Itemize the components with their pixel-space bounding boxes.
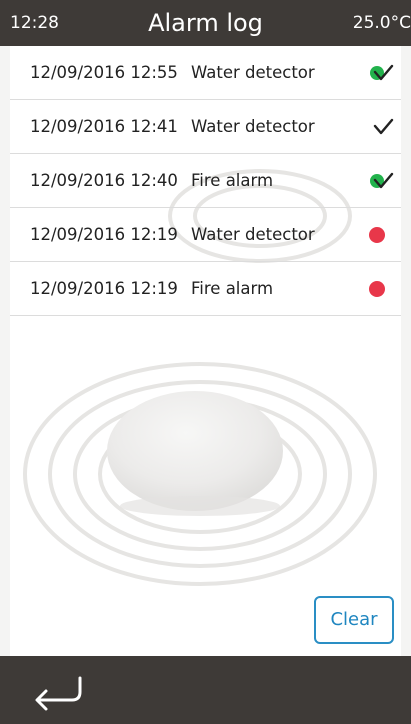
header-bar: 12:28 Alarm log 25.0°C xyxy=(0,0,411,46)
acknowledged-active-icon xyxy=(370,172,394,189)
active-alarm-dot-icon xyxy=(369,281,385,297)
back-arrow-icon[interactable] xyxy=(26,670,90,712)
alarm-row[interactable]: 12/09/2016 12:19 Fire alarm xyxy=(10,262,401,316)
acknowledged-active-icon xyxy=(370,64,394,81)
alarm-datetime: 12/09/2016 12:55 xyxy=(30,63,178,82)
alarm-row[interactable]: 12/09/2016 12:19 Water detector xyxy=(10,208,401,262)
footer-bar xyxy=(0,656,411,724)
alarm-row[interactable]: 12/09/2016 12:40 Fire alarm xyxy=(10,154,401,208)
alarm-log-screen: 12:28 Alarm log 25.0°C 12/09/2016 12:55 … xyxy=(0,0,411,724)
alarm-row[interactable]: 12/09/2016 12:41 Water detector xyxy=(10,100,401,154)
temperature-readout: 25.0°C xyxy=(352,13,411,33)
alarm-type: Water detector xyxy=(191,225,315,244)
alarm-datetime: 12/09/2016 12:19 xyxy=(30,279,178,298)
alarm-type: Fire alarm xyxy=(191,171,274,190)
alarm-list-panel: 12/09/2016 12:55 Water detector 12/09/20… xyxy=(10,46,401,656)
alarm-datetime: 12/09/2016 12:19 xyxy=(30,225,178,244)
alarm-type: Water detector xyxy=(191,117,315,136)
active-alarm-dot-icon xyxy=(369,227,385,243)
alarm-type: Water detector xyxy=(191,63,315,82)
alarm-datetime: 12/09/2016 12:40 xyxy=(30,171,178,190)
alarm-type: Fire alarm xyxy=(191,279,274,298)
checkmark-icon xyxy=(373,118,394,135)
alarm-datetime: 12/09/2016 12:41 xyxy=(30,117,178,136)
alarm-row[interactable]: 12/09/2016 12:55 Water detector xyxy=(10,46,401,100)
page-title: Alarm log xyxy=(148,9,263,37)
clear-button[interactable]: Clear xyxy=(314,596,394,644)
